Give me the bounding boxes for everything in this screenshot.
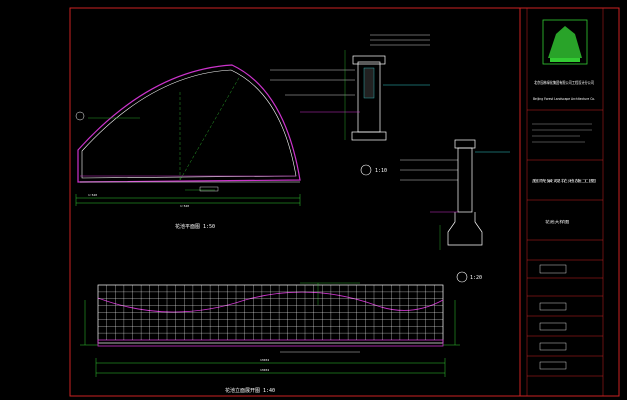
elevation-title: 花池立面展开图 1:40	[225, 387, 275, 394]
plan-view	[75, 64, 301, 206]
company-name-cn: 北京园林绿化集团有限公司工程设计分公司	[534, 79, 594, 85]
company-name-en: Beijing Forest Landscape Architecture Co…	[533, 97, 595, 101]
detail2-scale: 1:20	[470, 275, 482, 281]
elevation-dim-inner: 13034	[260, 358, 269, 362]
project-label: 庭院景观花池施工图	[532, 178, 597, 183]
elevation-view	[80, 282, 460, 377]
plan-title: 花池平面图 1:50	[175, 223, 215, 230]
detail1-scale: 1:10	[375, 168, 387, 174]
sheet-label: 花池大样图	[545, 219, 570, 224]
cad-drawing-canvas: 花池平面图 1:50 1:520 1:520 1:10 1:20 花池立面展开图…	[69, 7, 620, 397]
plan-dim-outer: 1:520	[180, 204, 189, 208]
detail-section-2	[400, 139, 510, 283]
elevation-dim-outer: 13034	[260, 368, 269, 372]
title-block	[527, 19, 603, 377]
plan-dim-inner: 1:520	[88, 193, 97, 197]
outer-frame	[69, 7, 620, 397]
